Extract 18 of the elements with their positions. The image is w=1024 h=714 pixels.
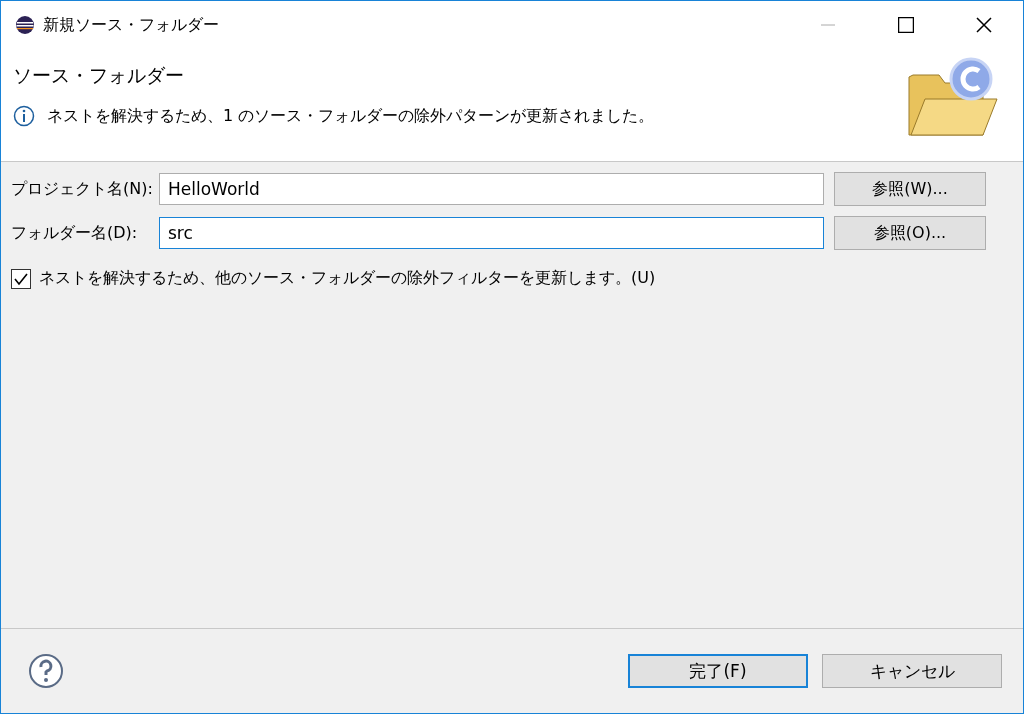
dialog-button[interactable]: 完了(F) — [628, 654, 808, 688]
window-title: 新規ソース・フォルダー — [43, 14, 220, 36]
dialog-button[interactable]: キャンセル — [822, 654, 1002, 688]
help-icon[interactable] — [28, 653, 64, 689]
field-label: プロジェクト名(N): — [11, 178, 154, 200]
checkbox-label: ネストを解決するため、他のソース・フォルダーの除外フィルターを更新します。(U) — [39, 268, 656, 289]
text-field[interactable]: src — [159, 217, 824, 249]
status-message: ネストを解決するため、1 のソース・フォルダーの除外パターンが更新されました。 — [47, 105, 655, 127]
close-icon[interactable] — [976, 17, 992, 33]
info-icon — [13, 105, 35, 127]
eclipse-logo-icon — [15, 15, 35, 35]
browse-button[interactable]: 参照(W)... — [834, 172, 986, 206]
field-label: フォルダー名(D): — [11, 222, 139, 244]
text-field[interactable]: HelloWorld — [159, 173, 824, 205]
checkbox[interactable] — [11, 268, 31, 289]
maximize-icon[interactable] — [898, 17, 914, 33]
page-title: ソース・フォルダー — [13, 63, 185, 88]
browse-button[interactable]: 参照(O)... — [834, 216, 986, 250]
